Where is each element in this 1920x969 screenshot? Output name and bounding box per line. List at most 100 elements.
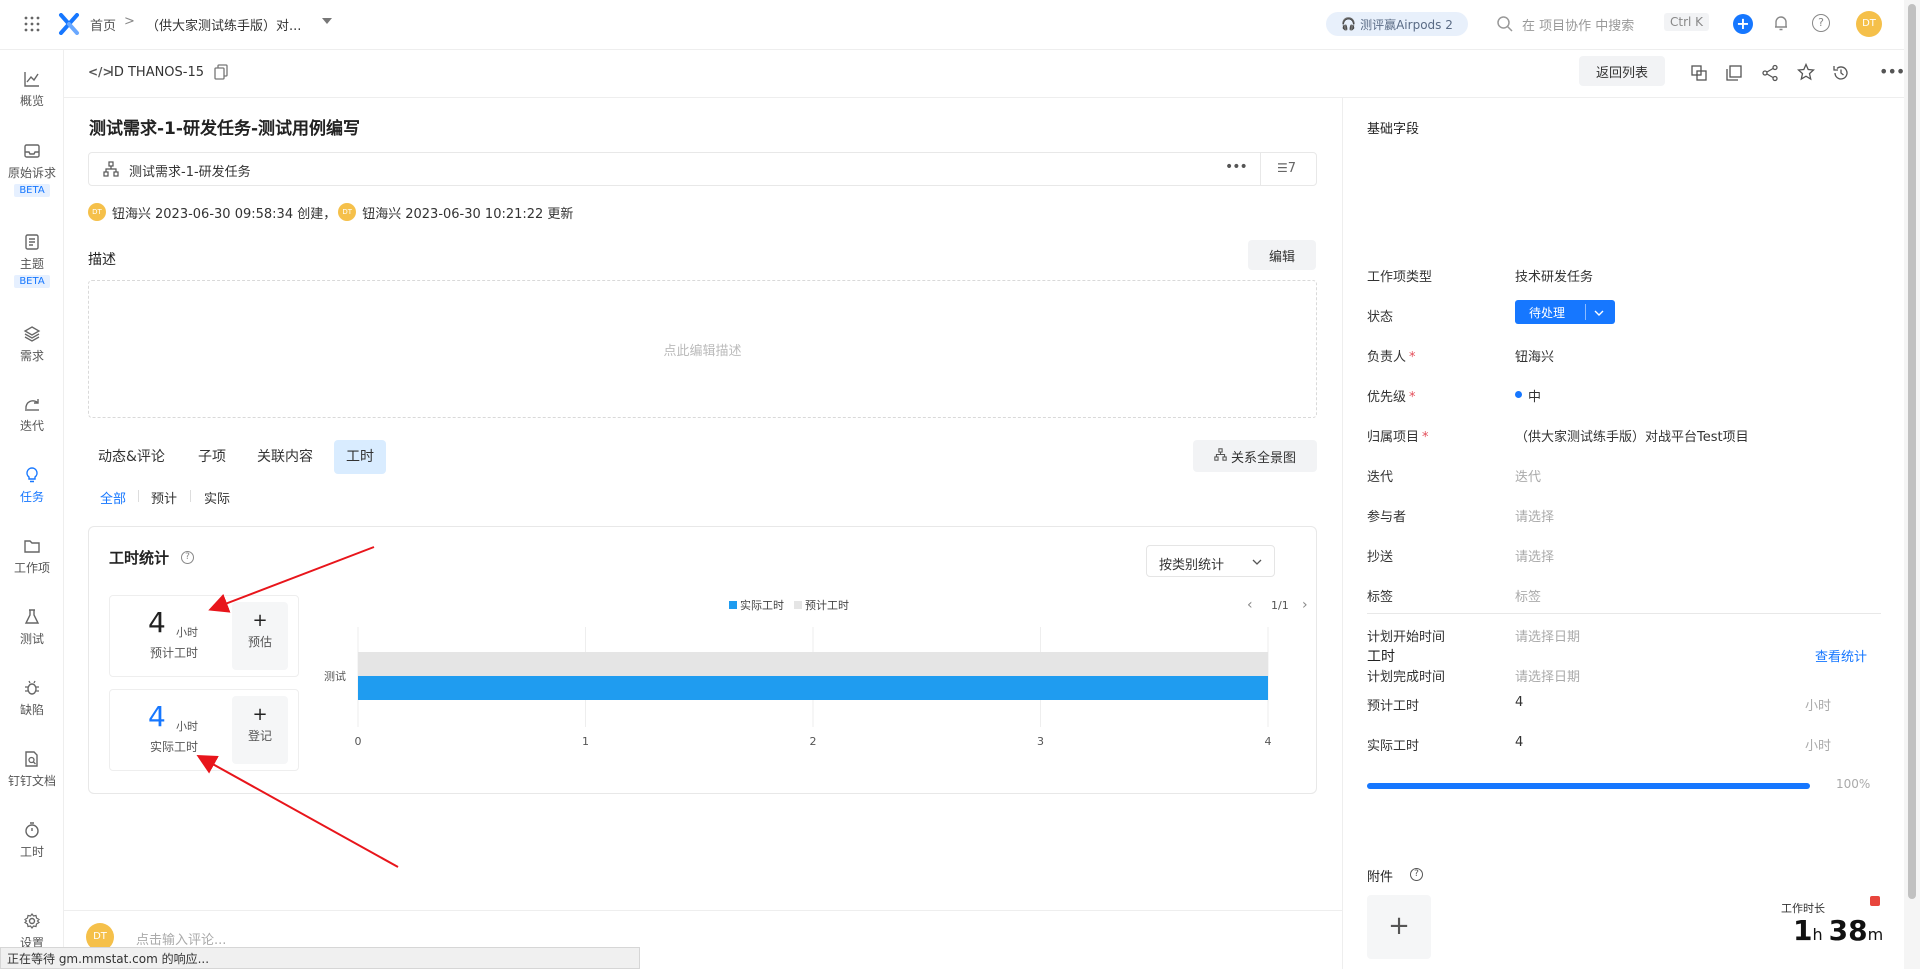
apps-grid-icon[interactable] — [24, 16, 40, 32]
nav-item-testing[interactable]: 测试 — [0, 608, 64, 647]
user-avatar[interactable]: DT — [1856, 11, 1882, 37]
field-value[interactable]: 技术研发任务 — [1515, 266, 1593, 285]
legend-item-actual[interactable]: 实际工时 — [740, 597, 784, 613]
subtab-all[interactable]: 全部 — [100, 488, 126, 507]
help-icon[interactable]: ? — [1812, 14, 1830, 32]
subtab-estimated[interactable]: 预计 — [151, 488, 177, 507]
duplicate-icon[interactable] — [1725, 64, 1743, 86]
tab-related[interactable]: 关联内容 — [247, 440, 323, 474]
nav-item-worktime[interactable]: 工时 — [0, 821, 64, 860]
parent-task-link[interactable]: 测试需求-1-研发任务 — [129, 161, 251, 180]
creator-avatar: DT — [88, 203, 106, 221]
field-value[interactable]: 中 — [1528, 386, 1541, 405]
estimate-button-label: 预估 — [247, 635, 272, 649]
search-input[interactable]: 在 项目协作 中搜索 — [1522, 15, 1634, 34]
nav-label: 概览 — [19, 94, 44, 108]
share-icon[interactable] — [1761, 64, 1779, 86]
more-icon[interactable]: ••• — [1879, 62, 1905, 81]
field-value[interactable]: 请选择日期 — [1515, 666, 1580, 685]
nav-item-settings[interactable]: 设置 — [0, 912, 64, 951]
chevron-down-icon[interactable] — [322, 18, 332, 24]
field-value[interactable]: 请选择 — [1515, 506, 1554, 525]
tab-subitems[interactable]: 子项 — [188, 440, 236, 474]
more-icon[interactable]: ••• — [1225, 159, 1248, 175]
field-value[interactable]: 迭代 — [1515, 466, 1541, 485]
edit-description-button[interactable]: 编辑 — [1248, 240, 1316, 270]
field-value[interactable]: 请选择 — [1515, 546, 1554, 565]
field-value[interactable]: 标签 — [1515, 586, 1541, 605]
tree-list-icon: ☰ — [1277, 161, 1288, 175]
nav-item-topics[interactable]: 主题 BETA — [0, 233, 64, 288]
nav-item-overview[interactable]: 概览 — [0, 70, 64, 109]
updated-time: 2023-06-30 10:21:22 更新 — [405, 206, 574, 222]
estimate-button[interactable]: + 预估 — [232, 602, 288, 670]
back-to-list-button[interactable]: 返回列表 — [1579, 56, 1665, 86]
page-title[interactable]: 测试需求-1-研发任务-测试用例编写 — [89, 114, 360, 139]
group-by-select[interactable]: 按类别统计 — [1146, 545, 1275, 577]
add-attachment-button[interactable]: + — [1367, 895, 1431, 959]
nav-item-workitems[interactable]: 工作项 — [0, 537, 64, 576]
add-icon[interactable]: + — [1733, 14, 1753, 34]
bell-icon[interactable] — [1772, 14, 1790, 36]
estimated-label: 预计工时 — [150, 646, 199, 660]
field-value[interactable]: 请选择日期 — [1515, 626, 1580, 645]
field-value[interactable]: （供大家测试练手版）对战平台Test项目 — [1515, 426, 1749, 445]
nav-label: 迭代 — [19, 419, 44, 433]
breadcrumb-home[interactable]: 首页 — [90, 15, 116, 34]
field-label-text: 优先级 — [1367, 390, 1407, 405]
divider — [1585, 304, 1586, 320]
status-dropdown[interactable]: 待处理 — [1515, 300, 1615, 324]
search-icon[interactable] — [1496, 15, 1514, 33]
work-timer-value: 1h 38m — [1793, 914, 1883, 947]
field-label: 计划开始时间 — [1367, 630, 1446, 645]
copy-icon[interactable] — [214, 64, 228, 84]
work-timer[interactable]: 工作时长 1h 38m — [1773, 896, 1883, 960]
legend-item-estimated[interactable]: 预计工时 — [805, 597, 849, 613]
view-stats-link[interactable]: 查看统计 — [1815, 646, 1867, 665]
field-label: 标签 — [1367, 590, 1394, 605]
created-time: 2023-06-30 09:58:34 创建， — [155, 206, 337, 222]
nav-item-iterations[interactable]: 迭代 — [0, 395, 64, 434]
nav-item-dingtalk-docs[interactable]: 钉钉文档 — [0, 750, 64, 789]
document-icon — [25, 234, 39, 250]
convert-icon[interactable] — [1690, 64, 1708, 86]
iteration-icon — [25, 399, 39, 411]
nav-item-defects[interactable]: 缺陷 — [0, 679, 64, 718]
field-label: 优先级 * — [1367, 386, 1416, 405]
divider — [1260, 153, 1261, 185]
comment-input[interactable]: 点击输入评论... — [136, 929, 226, 948]
nav-label: 原始诉求 — [7, 166, 56, 180]
subtab-actual[interactable]: 实际 — [204, 488, 230, 507]
nav-item-requirements[interactable]: 需求 — [0, 325, 64, 364]
updater-name[interactable]: 钮海兴 — [362, 203, 401, 222]
field-value[interactable]: 钮海兴 — [1515, 346, 1554, 365]
history-icon[interactable] — [1832, 64, 1850, 86]
chevron-down-icon — [1252, 556, 1262, 571]
beta-badge: BETA — [14, 275, 50, 288]
log-time-button-label: 登记 — [247, 729, 272, 743]
nav-item-raw-requests[interactable]: 原始诉求 BETA — [0, 142, 64, 197]
subitems-count-button[interactable]: ☰7 — [1277, 161, 1296, 176]
nav-item-tasks[interactable]: 任务 — [0, 466, 64, 505]
nav-label: 任务 — [19, 490, 44, 504]
log-time-button[interactable]: + 登记 — [232, 696, 288, 764]
star-icon[interactable] — [1796, 62, 1816, 85]
logo-icon[interactable] — [58, 13, 80, 35]
promo-badge[interactable]: 🎧 测评赢Airpods 2 — [1326, 12, 1468, 36]
chevron-right-icon[interactable]: › — [1302, 597, 1308, 613]
tab-activity[interactable]: 动态&评论 — [88, 440, 175, 474]
field-label: 迭代 — [1367, 470, 1394, 485]
timer-minutes: 38 — [1828, 914, 1868, 947]
info-icon[interactable]: ? — [181, 551, 194, 564]
creator-name[interactable]: 钮海兴 — [112, 203, 151, 222]
actual-label: 实际工时 — [150, 740, 199, 754]
description-area[interactable]: 点此编辑描述 — [88, 280, 1317, 418]
tab-worktime[interactable]: 工时 — [334, 440, 386, 474]
info-icon[interactable]: ? — [1410, 868, 1423, 881]
parent-task-bar[interactable]: 测试需求-1-研发任务 ••• ☰7 — [88, 152, 1317, 186]
actual-unit: 小时 — [1805, 739, 1832, 754]
chevron-left-icon[interactable]: ‹ — [1247, 597, 1253, 613]
relation-graph-button[interactable]: 关系全景图 — [1193, 440, 1317, 472]
scrollbar-thumb[interactable] — [1908, 4, 1916, 899]
breadcrumb-project[interactable]: （供大家测试练手版）对... — [146, 15, 301, 34]
